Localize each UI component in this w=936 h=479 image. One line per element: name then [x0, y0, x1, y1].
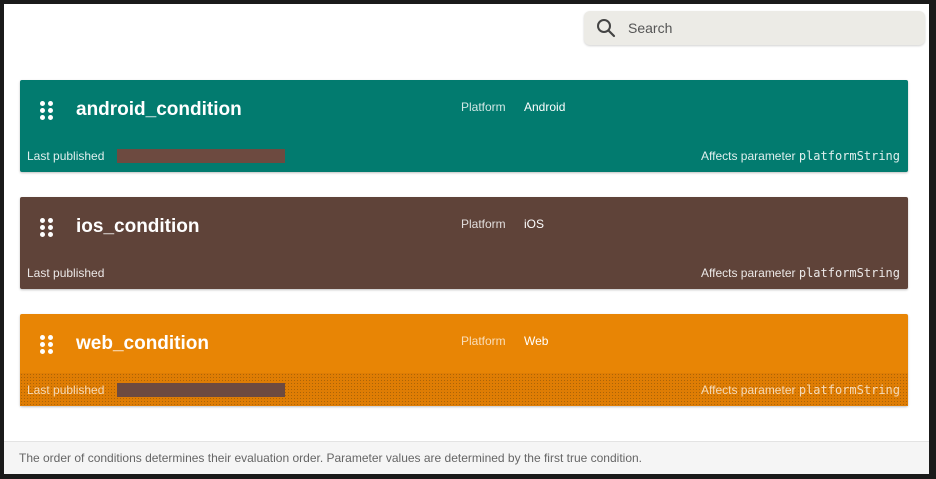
- evaluation-order-note: The order of conditions determines their…: [4, 441, 929, 474]
- condition-name: android_condition: [76, 99, 242, 120]
- affects-parameter: Affects parameter platformString: [701, 149, 900, 163]
- condition-name: web_condition: [76, 333, 209, 354]
- last-published-label: Last published: [27, 266, 105, 280]
- drag-handle-icon[interactable]: [40, 101, 53, 120]
- condition-name: ios_condition: [76, 216, 200, 237]
- condition-card-android[interactable]: android_condition Platform Android Last …: [20, 80, 908, 172]
- redacted-date: [117, 383, 285, 397]
- condition-card-ios[interactable]: ios_condition Platform iOS Last publishe…: [20, 197, 908, 289]
- condition-footer: Last published Affects parameter platfor…: [20, 139, 908, 172]
- affects-parameter: Affects parameter platformString: [701, 266, 900, 280]
- affects-label: Affects parameter: [701, 149, 796, 163]
- redacted-date: [117, 149, 285, 163]
- rule-value: Android: [524, 100, 566, 114]
- condition-footer: Last published Affects parameter platfor…: [20, 373, 908, 406]
- search-icon: [596, 18, 616, 38]
- search-input[interactable]: Search: [628, 20, 672, 36]
- parameter-name: platformString: [798, 383, 900, 397]
- affects-label: Affects parameter: [701, 383, 796, 397]
- drag-handle-icon[interactable]: [40, 335, 53, 354]
- last-published-label: Last published: [27, 149, 105, 163]
- rule-value: iOS: [524, 217, 545, 231]
- parameter-name: platformString: [798, 149, 900, 163]
- conditions-panel: Search android_condition Platform Androi…: [4, 4, 929, 474]
- affects-parameter: Affects parameter platformString: [701, 383, 900, 397]
- rule-value: Web: [524, 334, 549, 348]
- rule-label: Platform: [461, 217, 506, 231]
- condition-footer: Last published Affects parameter platfor…: [20, 256, 908, 289]
- rule-label: Platform: [461, 100, 506, 114]
- parameter-name: platformString: [798, 266, 900, 280]
- last-published-label: Last published: [27, 383, 105, 397]
- search-bar[interactable]: Search: [584, 11, 925, 45]
- drag-handle-icon[interactable]: [40, 218, 53, 237]
- affects-label: Affects parameter: [701, 266, 796, 280]
- rule-label: Platform: [461, 334, 506, 348]
- condition-card-web[interactable]: web_condition Platform Web Last publishe…: [20, 314, 908, 406]
